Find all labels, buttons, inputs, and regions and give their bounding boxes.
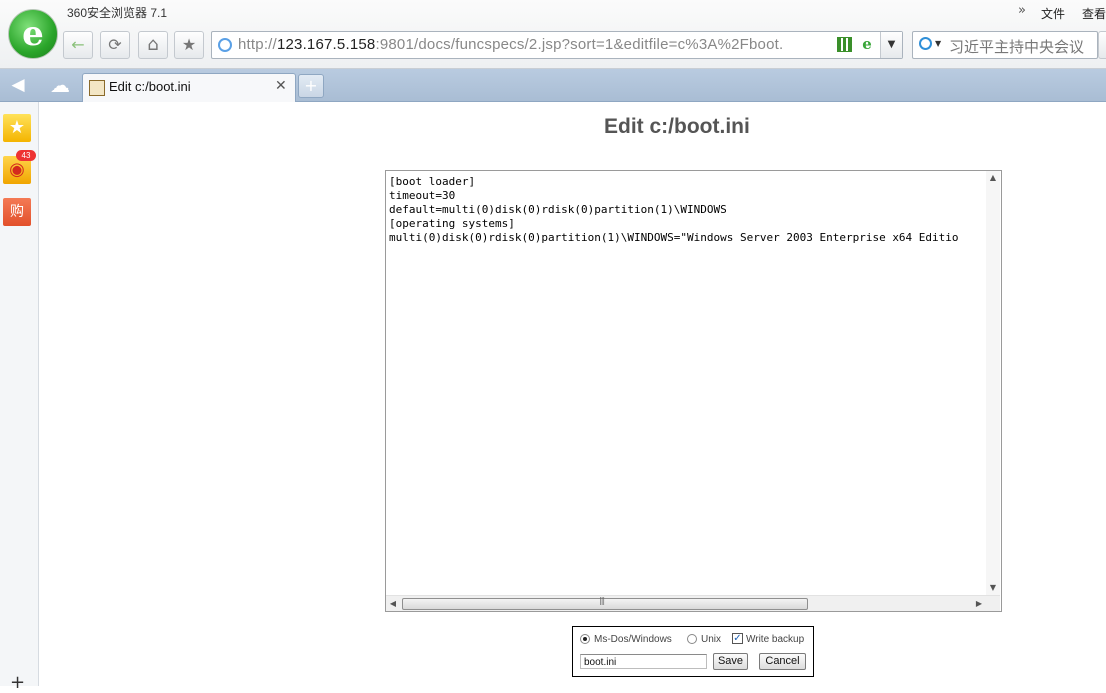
home-button[interactable]: ⌂: [138, 31, 168, 59]
file-editor-textarea[interactable]: [boot loader] timeout=30 default=multi(0…: [385, 170, 1002, 612]
menu-overflow-icon[interactable]: »: [1018, 3, 1026, 18]
tab-bar: ◀ ☁ Edit c:/boot.ini ✕ +: [0, 69, 1106, 102]
browser-logo-icon: e: [22, 14, 44, 54]
globe-icon: [218, 38, 232, 52]
app-title: 360安全浏览器 7.1: [67, 6, 168, 20]
grip-icon: |||: [599, 596, 605, 605]
weibo-icon: ◉: [9, 159, 25, 180]
filename-input[interactable]: boot.ini: [580, 654, 707, 669]
radio-msdos-windows-label: Ms-Dos/Windows: [594, 634, 672, 645]
close-tab-icon[interactable]: ✕: [275, 78, 287, 94]
sidebar: ★ ◉ 43 购 +: [0, 102, 39, 693]
scroll-up-icon[interactable]: ▲: [986, 171, 1000, 185]
write-backup-checkbox[interactable]: ✓: [732, 633, 743, 644]
search-box[interactable]: ▼ 习近平主持中央会议: [912, 31, 1098, 59]
radio-unix[interactable]: [687, 634, 697, 644]
ie-mode-icon[interactable]: e: [858, 35, 876, 53]
scroll-right-icon[interactable]: ▶: [972, 596, 986, 611]
star-icon: ★: [8, 117, 26, 138]
shopping-bag-icon: 购: [10, 204, 24, 220]
browser-logo: e: [8, 9, 58, 59]
sidebar-favorites-button[interactable]: ★: [3, 114, 31, 142]
refresh-button[interactable]: ⟳: [100, 31, 130, 59]
save-options-panel: Ms-Dos/Windows Unix ✓ Write backup boot.…: [572, 626, 814, 677]
checkmark-icon: ✓: [733, 633, 742, 644]
save-button[interactable]: Save: [713, 653, 748, 670]
scroll-down-icon[interactable]: ▼: [986, 581, 1000, 595]
menu-file[interactable]: 文件: [1041, 5, 1065, 22]
home-icon: ⌂: [147, 34, 159, 55]
star-icon: ★: [181, 35, 197, 54]
file-content[interactable]: [boot loader] timeout=30 default=multi(0…: [389, 175, 987, 593]
url-scheme: http://: [238, 36, 277, 53]
menu-view[interactable]: 查看: [1082, 5, 1106, 22]
toolbar-extra-button[interactable]: [1098, 31, 1106, 59]
cancel-button[interactable]: Cancel: [759, 653, 806, 670]
cloud-icon: ☁: [50, 73, 70, 97]
sidebar-toggle-icon: ◀: [11, 75, 25, 95]
back-arrow-icon: ←: [71, 35, 85, 54]
back-button[interactable]: ←: [63, 31, 93, 59]
horizontal-scroll-thumb[interactable]: |||: [402, 596, 808, 610]
sidebar-shopping-button[interactable]: 购: [3, 198, 31, 226]
url-text[interactable]: http://123.167.5.158:9801/docs/funcspecs…: [238, 36, 783, 53]
chevron-down-icon: ▼: [887, 39, 896, 50]
page-favicon-icon: [89, 80, 105, 96]
radio-unix-label: Unix: [701, 634, 722, 645]
search-icon[interactable]: [919, 37, 932, 50]
address-bar[interactable]: http://123.167.5.158:9801/docs/funcspecs…: [211, 31, 903, 59]
scroll-left-icon[interactable]: ◀: [386, 596, 400, 611]
url-path: :9801/docs/funcspecs/2.jsp?sort=1&editfi…: [375, 36, 784, 53]
sidebar-add-icon[interactable]: +: [10, 672, 25, 693]
refresh-icon: ⟳: [108, 35, 122, 54]
notification-badge: 43: [16, 150, 36, 161]
browser-toolbar: e 360安全浏览器 7.1 » 文件 查看 ← ⟳ ⌂ ★ http://12…: [0, 0, 1106, 69]
qr-code-icon[interactable]: [837, 37, 852, 52]
search-input[interactable]: 习近平主持中央会议: [949, 36, 1084, 57]
tab-label: Edit c:/boot.ini: [109, 79, 191, 94]
vertical-scrollbar[interactable]: ▲ ▼: [986, 171, 1000, 595]
radio-msdos-windows[interactable]: [580, 634, 590, 644]
address-dropdown-button[interactable]: ▼: [880, 32, 902, 58]
sidebar-toggle-button[interactable]: ◀: [2, 72, 34, 98]
horizontal-scrollbar[interactable]: ◀ ||| ▶: [386, 595, 1000, 611]
url-host: 123.167.5.158: [276, 36, 376, 53]
page-title: Edit c:/boot.ini: [604, 115, 750, 138]
search-engine-dropdown-icon[interactable]: ▼: [935, 39, 941, 48]
plus-icon: +: [304, 76, 318, 95]
cloud-button[interactable]: ☁: [44, 72, 76, 98]
write-backup-label: Write backup: [746, 634, 805, 645]
new-tab-button[interactable]: +: [298, 74, 324, 98]
favorite-button[interactable]: ★: [174, 31, 204, 59]
tab-edit-boot-ini[interactable]: Edit c:/boot.ini ✕: [82, 73, 296, 102]
